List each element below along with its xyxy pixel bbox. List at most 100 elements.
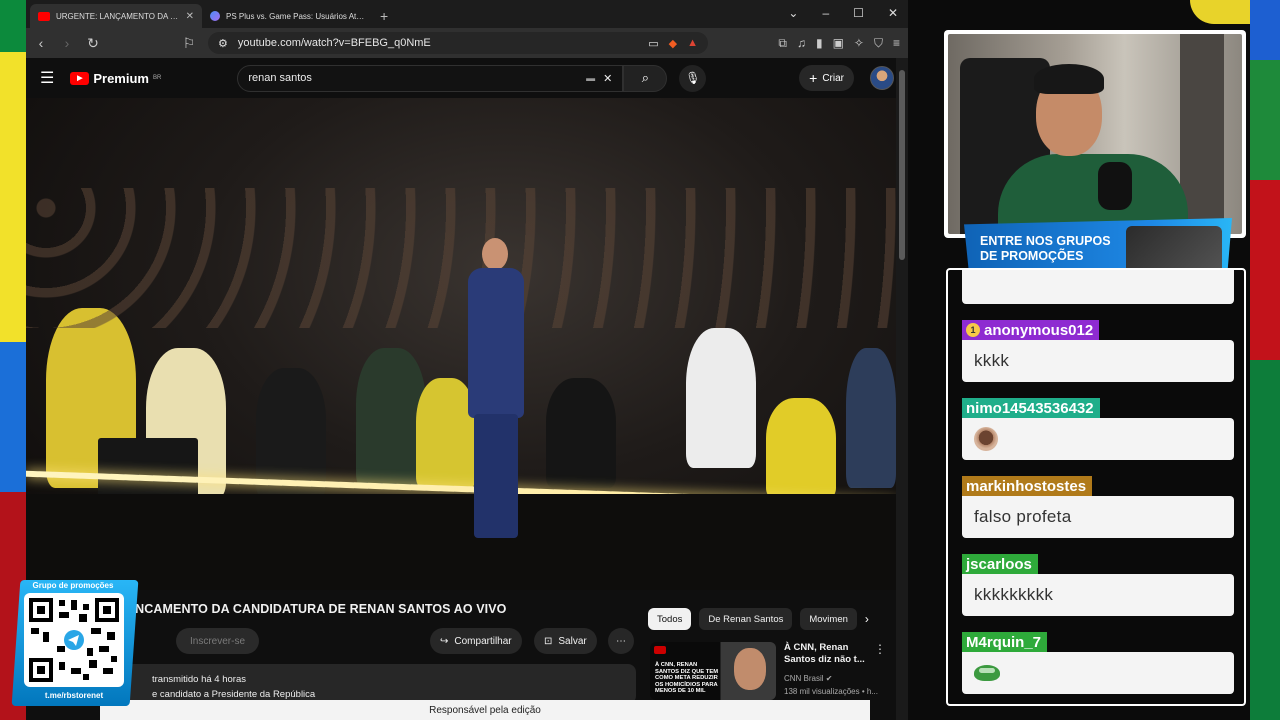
username-text: markinhostostes (966, 477, 1087, 495)
extensions-icon[interactable]: ⧉ (778, 36, 787, 51)
share-icon: ↪ (440, 635, 449, 647)
maximize-icon[interactable]: ☐ (853, 6, 864, 20)
address-bar[interactable]: ⚙ youtube.com/watch?v=BFEBG_q0NmE ▭ ◆ ▲ (208, 32, 708, 54)
logo-region: BR (152, 75, 162, 81)
save-icon: ⊡ (544, 635, 553, 647)
share-button[interactable]: ↪ Compartilhar (430, 628, 522, 654)
tab-youtube[interactable]: URGENTE: LANÇAMENTO DA CANDIDATURA ✕ (30, 4, 202, 28)
username-text: nimo14543536432 (966, 399, 1094, 417)
youtube-logo[interactable]: ▶ Premium BR (70, 71, 161, 86)
close-window-icon[interactable]: ✕ (888, 6, 898, 20)
mic-icon: 🎙 (685, 71, 701, 85)
chat-message-body: kkkk (962, 340, 1234, 382)
new-tab-button[interactable]: + (380, 4, 388, 28)
more-actions-button[interactable]: ⋯ (608, 628, 634, 654)
bg-right-green (1250, 60, 1280, 180)
recommended-views: 138 mil visualizações • h... (784, 687, 878, 696)
chevron-right-icon[interactable]: › (865, 612, 869, 626)
bg-right-yellow2 (1190, 0, 1250, 24)
wallet-icon[interactable]: ▣ (833, 36, 844, 51)
brave-shield-icon[interactable]: ◆ (669, 37, 677, 50)
video-title: ANCAMENTO DA CANDIDATURA DE RENAN SANTOS… (126, 602, 507, 616)
chip-de-renan-santos[interactable]: De Renan Santos (699, 608, 793, 630)
description-box[interactable]: transmitido há 4 horas e candidato a Pre… (126, 664, 636, 704)
recommended-title: À CNN, Renan Santos diz não t... (784, 642, 865, 665)
chip-movimento[interactable]: Movimen (800, 608, 857, 630)
hamburger-icon[interactable]: ☰ (40, 68, 54, 88)
bg-stripe-green (0, 0, 26, 52)
speaker-legs (474, 414, 518, 538)
back-icon[interactable]: ‹ (34, 35, 48, 51)
bookmark-icon[interactable]: ⚐ (182, 35, 196, 52)
media-icon[interactable]: ♫ (797, 36, 806, 51)
thumbnail-caption: À CNN, RENAN SANTOS DIZ QUE TEM COMO MET… (655, 662, 719, 694)
video-player[interactable] (26, 98, 896, 590)
keyboard-icon[interactable]: ▬ (586, 73, 595, 83)
qr-url: t.me/rbstorenet (44, 691, 104, 700)
site-info-icon[interactable]: ⚙ (218, 37, 228, 50)
clear-search-icon[interactable]: ✕ (603, 72, 612, 85)
rewards-icon[interactable]: ▲ (687, 37, 698, 49)
recommended-channel: CNN Brasil ✔ (784, 674, 833, 683)
save-label: Salvar (558, 635, 587, 647)
more-vert-icon[interactable]: ⋮ (874, 642, 886, 656)
webcam-feed (948, 34, 1242, 234)
subscribe-button[interactable]: Inscrever-se (176, 628, 260, 654)
qr-promo: Grupo de promoções t.me/rbstorenet (10, 578, 160, 706)
speaker-figure (464, 238, 528, 538)
save-button[interactable]: ⊡ Salvar (534, 628, 597, 654)
microphone-icon (1098, 162, 1132, 210)
message-text: kkkkkkkkk (974, 585, 1054, 604)
menu-icon[interactable]: ≡ (893, 36, 900, 51)
bg-right-green2 (1250, 360, 1280, 720)
channel-name: CNN Brasil (784, 674, 824, 683)
username-text: jscarloos (966, 555, 1032, 573)
close-tab-icon[interactable]: ✕ (186, 11, 194, 22)
tab-search-icon[interactable]: ⌄ (788, 6, 798, 20)
tab-gemini[interactable]: PS Plus vs. Game Pass: Usuários Ativos -… (202, 4, 374, 28)
tab-title: URGENTE: LANÇAMENTO DA CANDIDATURA (56, 11, 180, 21)
chat-username: jscarloos (962, 554, 1038, 574)
qr-code-icon (29, 598, 119, 682)
edit-credit: Responsável pela edição (100, 700, 870, 720)
bg-right-yellow (1250, 0, 1280, 60)
recommended-video[interactable]: À CNN, RENAN SANTOS DIZ QUE TEM COMO MET… (650, 642, 896, 702)
account-avatar[interactable] (870, 66, 894, 90)
chat-message: nimo14543536432 (962, 398, 1234, 460)
crowd-shape (686, 328, 756, 468)
create-button[interactable]: + Criar (799, 65, 854, 91)
voice-search-button[interactable]: 🎙 (679, 64, 707, 92)
sidebar-icon[interactable]: ▮ (816, 36, 823, 51)
search-icon: ⌕ (641, 70, 649, 85)
bg-stripe-yellow (0, 52, 26, 342)
forward-icon[interactable]: › (60, 35, 74, 51)
toolbar: ‹ › ↻ ⚐ ⚙ youtube.com/watch?v=BFEBG_q0Nm… (26, 28, 908, 58)
face-emote-icon (974, 427, 998, 451)
qr-code (24, 593, 124, 687)
chat-message: markinhostostes falso profeta (962, 476, 1234, 538)
leo-icon[interactable]: ✧ (854, 36, 864, 51)
search-button[interactable]: ⌕ (623, 64, 668, 92)
bg-right-red (1250, 180, 1280, 360)
chat-message-partial (962, 270, 1234, 304)
reload-icon[interactable]: ↻ (86, 35, 100, 52)
chat-message-body: falso profeta (962, 496, 1234, 538)
tab-title: PS Plus vs. Game Pass: Usuários Ativos -… (226, 11, 366, 21)
verified-icon: ✔ (825, 674, 833, 683)
page-scrollbar[interactable] (896, 58, 908, 720)
youtube-play-icon: ▶ (70, 71, 90, 85)
chat-username: nimo14543536432 (962, 398, 1100, 418)
chip-todos[interactable]: Todos (648, 608, 692, 630)
cast-icon[interactable]: ▭ (648, 37, 658, 50)
webcam-frame (944, 30, 1246, 238)
search-input[interactable]: renan santos ▬ ✕ (237, 64, 624, 92)
recommended-thumbnail[interactable]: À CNN, RENAN SANTOS DIZ QUE TEM COMO MET… (650, 642, 776, 700)
scrollbar-thumb[interactable] (899, 70, 905, 260)
chat-message-body (962, 652, 1234, 694)
minimize-icon[interactable]: – (822, 6, 829, 20)
vpn-icon[interactable]: ⛉ (874, 36, 883, 51)
message-text: falso profeta (974, 507, 1072, 526)
frog-emote-icon (974, 665, 1000, 681)
speaker-suit (468, 268, 524, 418)
promo-text: ENTRE NOS GRUPOS DE PROMOÇÕES (980, 234, 1111, 263)
